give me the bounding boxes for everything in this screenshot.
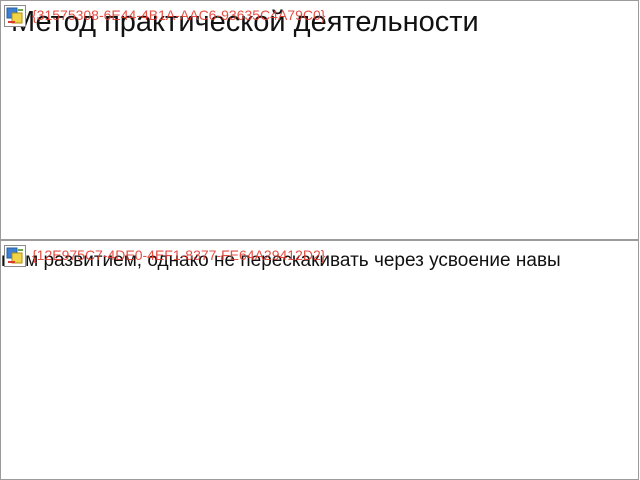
object-placeholder-label: {12E975C7-4DE0-4EF1-8377-FE64A29412D2} bbox=[4, 244, 325, 268]
object-placeholder-label: {31575308-6E44-4B1A-AAC6-93635C4A79C0} bbox=[4, 4, 325, 28]
embedded-object-icon[interactable] bbox=[4, 245, 26, 267]
embedded-object-icon[interactable] bbox=[4, 5, 26, 27]
object-id-label: {12E975C7-4DE0-4EF1-8377-FE64A29412D2} bbox=[32, 247, 326, 263]
object-id-label: {31575308-6E44-4B1A-AAC6-93635C4A79C0} bbox=[32, 7, 326, 23]
embedded-object-frame-top[interactable]: Метод практической деятельности {3157530… bbox=[0, 0, 639, 240]
embedded-object-frame-bottom[interactable]: ным развитием, однако не перескакивать ч… bbox=[0, 240, 639, 480]
document-canvas: Метод практической деятельности {3157530… bbox=[0, 0, 640, 480]
